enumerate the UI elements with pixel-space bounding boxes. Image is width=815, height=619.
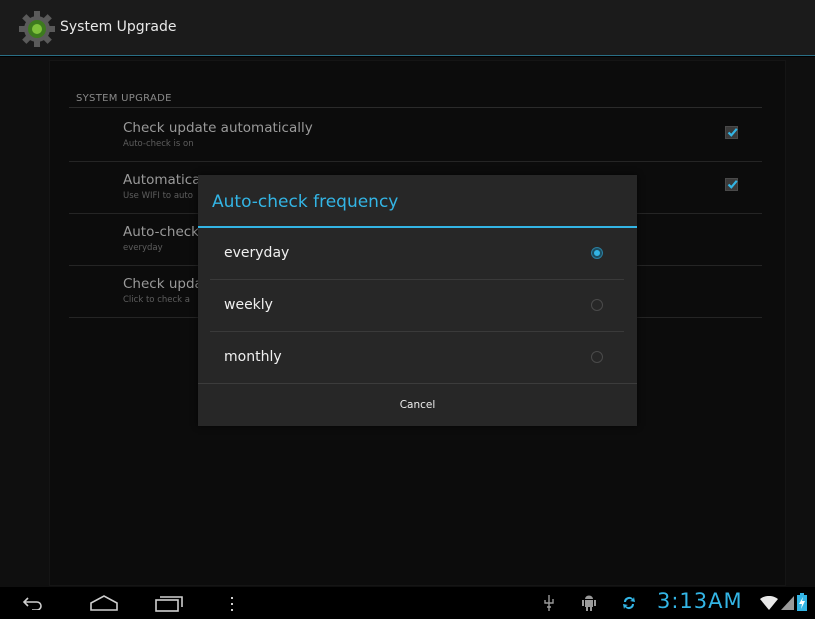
page-title: System Upgrade xyxy=(60,19,177,35)
usb-icon xyxy=(544,595,554,611)
signal-icon xyxy=(781,596,794,610)
option-weekly[interactable]: weekly xyxy=(210,280,624,332)
home-icon[interactable] xyxy=(89,595,119,611)
pref-summary: Click to check a xyxy=(123,295,190,305)
wifi-icon xyxy=(760,596,778,610)
check-icon xyxy=(727,180,738,189)
cancel-button[interactable]: Cancel xyxy=(198,384,637,426)
sync-icon xyxy=(623,597,635,609)
pref-title: Check upda xyxy=(123,276,203,292)
pref-summary: Auto-check is on xyxy=(123,139,194,149)
section-divider xyxy=(69,107,762,108)
overflow-menu-icon[interactable] xyxy=(230,597,234,611)
section-header: SYSTEM UPGRADE xyxy=(76,93,172,104)
gear-icon[interactable] xyxy=(17,9,57,49)
action-bar: System Upgrade xyxy=(0,0,815,56)
radio-unselected-icon[interactable] xyxy=(591,351,603,363)
status-clock: 3:13AM xyxy=(657,589,743,613)
radio-selected-icon[interactable] xyxy=(591,247,603,259)
option-label: weekly xyxy=(224,297,273,313)
option-label: monthly xyxy=(224,349,282,365)
android-debug-icon xyxy=(582,595,596,611)
system-nav-bar: 3:13AM xyxy=(0,587,815,619)
option-label: everyday xyxy=(224,245,290,261)
radio-unselected-icon[interactable] xyxy=(591,299,603,311)
auto-check-checkbox[interactable] xyxy=(725,126,738,139)
option-everyday[interactable]: everyday xyxy=(210,228,624,280)
pref-title: Auto-check xyxy=(123,224,199,240)
auto-check-frequency-dialog: Auto-check frequency everyday weekly mon… xyxy=(198,175,637,426)
pref-summary: Use WIFI to auto xyxy=(123,191,193,201)
check-icon xyxy=(727,128,738,137)
dialog-title: Auto-check frequency xyxy=(212,192,399,212)
pref-title: Check update automatically xyxy=(123,120,313,136)
pref-check-update-automatically[interactable]: Check update automatically Auto-check is… xyxy=(69,110,762,162)
recent-apps-icon[interactable] xyxy=(155,596,183,612)
battery-charging-icon xyxy=(797,593,807,611)
pref-summary: everyday xyxy=(123,243,163,253)
pref-title: Automatica xyxy=(123,172,201,188)
back-icon[interactable] xyxy=(22,596,44,610)
option-monthly[interactable]: monthly xyxy=(210,332,624,384)
wifi-download-checkbox[interactable] xyxy=(725,178,738,191)
